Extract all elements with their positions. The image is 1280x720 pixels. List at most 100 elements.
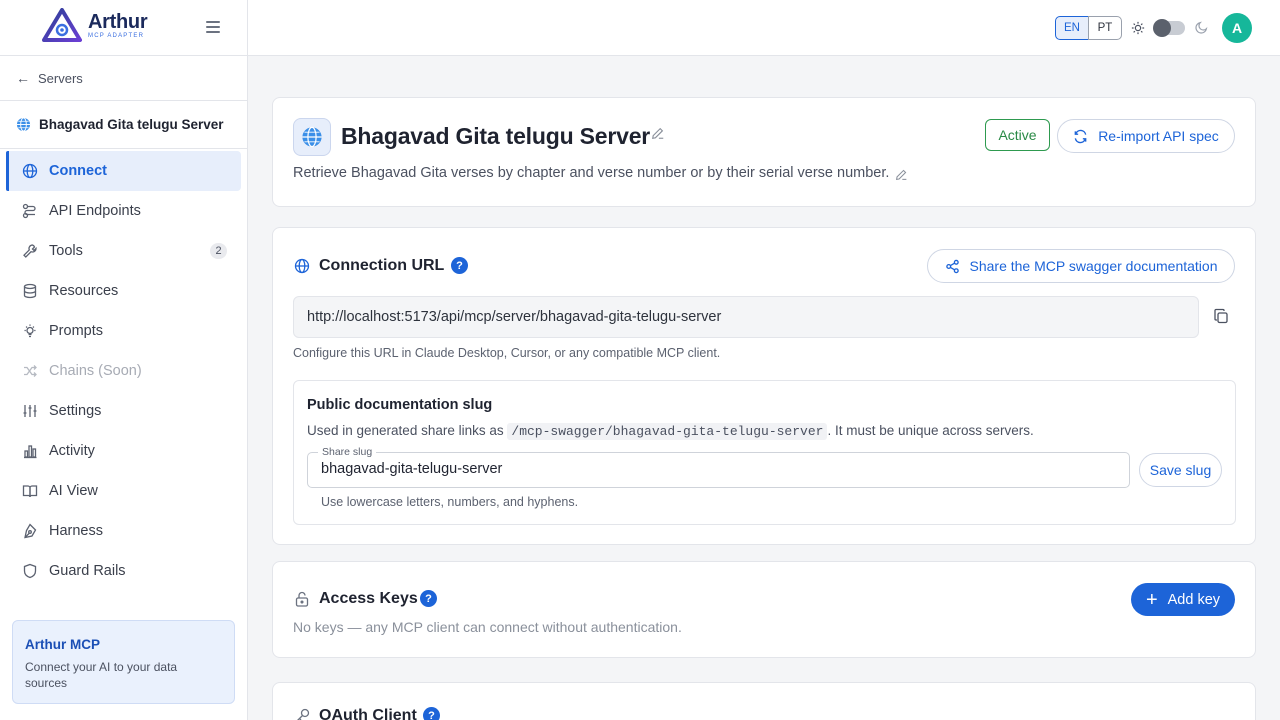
sidebar-item-label: Settings	[49, 403, 102, 419]
sidebar-item-label: Activity	[49, 443, 95, 459]
share-slug-label: Share slug	[318, 446, 377, 458]
wrench-icon	[22, 243, 38, 259]
refresh-icon	[1073, 129, 1088, 144]
access-keys-empty-hint: No keys — any MCP client can connect wit…	[293, 619, 682, 635]
theme-toggle-knob	[1153, 19, 1171, 37]
sidebar-item-activity[interactable]: Activity	[6, 431, 241, 471]
endpoints-icon	[22, 203, 38, 219]
sidebar-item-label: Guard Rails	[49, 563, 126, 579]
sidebar-item-label: Resources	[49, 283, 119, 299]
sidebar-item-label: AI View	[49, 483, 98, 499]
sidebar-item-label: API Endpoints	[49, 203, 141, 219]
slug-title: Public documentation slug	[307, 397, 493, 413]
sidebar: Arthur MCP ADAPTER ← Servers Bhagavad Gi…	[0, 0, 248, 720]
back-label: Servers	[38, 70, 83, 86]
lock-icon	[295, 591, 309, 607]
edit-description-icon[interactable]	[895, 168, 908, 181]
promo-title: Arthur MCP	[25, 637, 100, 652]
access-keys-help-icon[interactable]: ?	[420, 590, 437, 607]
menu-toggle-icon[interactable]	[206, 21, 220, 33]
reimport-label: Re-import API spec	[1098, 128, 1219, 144]
edit-title-icon[interactable]	[651, 126, 665, 140]
public-slug-panel: Public documentation slug Used in genera…	[293, 380, 1236, 525]
database-icon	[22, 283, 38, 299]
arthur-logo-icon	[42, 8, 82, 42]
oauth-help-icon[interactable]: ?	[423, 707, 440, 720]
language-pt-button[interactable]: PT	[1088, 16, 1122, 40]
sidebar-server-name: Bhagavad Gita telugu Server	[0, 101, 247, 149]
lightbulb-icon	[22, 323, 38, 339]
connection-help-icon[interactable]: ?	[451, 257, 468, 274]
sidebar-item-api-endpoints[interactable]: API Endpoints	[6, 191, 241, 231]
sidebar-item-guard-rails[interactable]: Guard Rails	[6, 551, 241, 591]
plus-icon: +	[1145, 588, 1158, 611]
share-icon	[945, 259, 960, 274]
oauth-client-title: OAuth Client	[319, 707, 417, 720]
sliders-icon	[22, 403, 38, 419]
pen-tool-icon	[22, 523, 38, 539]
brand-logo[interactable]: Arthur MCP ADAPTER	[42, 8, 148, 42]
theme-toggle[interactable]	[1153, 19, 1185, 37]
sidebar-item-prompts[interactable]: Prompts	[6, 311, 241, 351]
add-key-button[interactable]: + Add key	[1131, 583, 1235, 616]
sidebar-item-chains: Chains (Soon)	[6, 351, 241, 391]
globe-icon	[22, 163, 38, 179]
connection-url-field[interactable]: http://localhost:5173/api/mcp/server/bha…	[293, 296, 1199, 338]
sidebar-item-harness[interactable]: Harness	[6, 511, 241, 551]
connection-card: Connection URL ? Share the MCP swagger d…	[272, 227, 1256, 545]
shuffle-icon	[22, 363, 38, 379]
sidebar-item-label: Prompts	[49, 323, 103, 339]
status-badge: Active	[985, 119, 1050, 151]
server-header-card: Bhagavad Gita telugu Server Retrieve Bha…	[272, 97, 1256, 207]
slug-desc-before: Used in generated share links as	[307, 423, 504, 438]
topbar: EN PT A	[248, 0, 1280, 56]
brand-name: Arthur	[88, 10, 148, 33]
slug-description: Used in generated share links as /mcp-sw…	[307, 423, 1034, 440]
slug-hint: Use lowercase letters, numbers, and hyph…	[321, 495, 579, 509]
sidebar-nav: Connect API Endpoints Tools 2 Resources …	[0, 149, 247, 591]
sidebar-item-tools[interactable]: Tools 2	[6, 231, 241, 271]
access-keys-title: Access Keys	[319, 590, 418, 607]
server-title: Bhagavad Gita telugu Server	[341, 123, 651, 149]
add-key-label: Add key	[1167, 591, 1221, 608]
shield-icon	[22, 563, 38, 579]
server-description: Retrieve Bhagavad Gita verses by chapter…	[293, 165, 890, 181]
sidebar-item-label: Harness	[49, 523, 103, 539]
promo-description: Connect your AI to your data sources	[25, 660, 178, 690]
save-slug-button[interactable]: Save slug	[1139, 453, 1222, 487]
copy-icon[interactable]	[1213, 308, 1229, 324]
sidebar-item-connect[interactable]: Connect	[6, 151, 241, 191]
share-label: Share the MCP swagger documentation	[969, 258, 1218, 274]
server-name-label: Bhagavad Gita telugu Server	[39, 117, 224, 132]
globe-icon	[294, 258, 310, 274]
oauth-client-card: OAuth Client ?	[272, 682, 1256, 720]
share-slug-input[interactable]	[321, 461, 1101, 477]
back-to-servers-link[interactable]: ← Servers	[0, 56, 247, 101]
reimport-api-spec-button[interactable]: Re-import API spec	[1057, 119, 1235, 153]
tools-count-badge: 2	[210, 243, 227, 259]
user-avatar[interactable]: A	[1222, 13, 1252, 43]
sidebar-item-settings[interactable]: Settings	[6, 391, 241, 431]
slug-desc-after: . It must be unique across servers.	[827, 423, 1034, 438]
connection-hint: Configure this URL in Claude Desktop, Cu…	[293, 346, 721, 360]
promo-card: Arthur MCP Connect your AI to your data …	[12, 620, 235, 704]
access-keys-card: Access Keys ? + Add key No keys — any MC…	[272, 561, 1256, 658]
brand-subtitle: MCP ADAPTER	[88, 32, 145, 39]
sidebar-item-label: Tools	[49, 243, 83, 259]
bar-chart-icon	[22, 443, 38, 459]
book-icon	[22, 483, 38, 499]
moon-icon	[1195, 21, 1208, 34]
server-globe-icon	[293, 118, 331, 156]
sun-icon	[1131, 21, 1145, 35]
globe-icon	[16, 117, 31, 132]
arrow-left-icon: ←	[16, 70, 30, 86]
sidebar-item-ai-view[interactable]: AI View	[6, 471, 241, 511]
language-en-button[interactable]: EN	[1055, 16, 1089, 40]
sidebar-item-resources[interactable]: Resources	[6, 271, 241, 311]
share-swagger-button[interactable]: Share the MCP swagger documentation	[927, 249, 1235, 283]
share-slug-field: Share slug	[307, 446, 1130, 488]
connection-url-title: Connection URL	[319, 257, 445, 274]
key-icon	[297, 708, 310, 720]
logo-row: Arthur MCP ADAPTER	[0, 0, 247, 56]
sidebar-item-label: Chains (Soon)	[49, 363, 142, 379]
